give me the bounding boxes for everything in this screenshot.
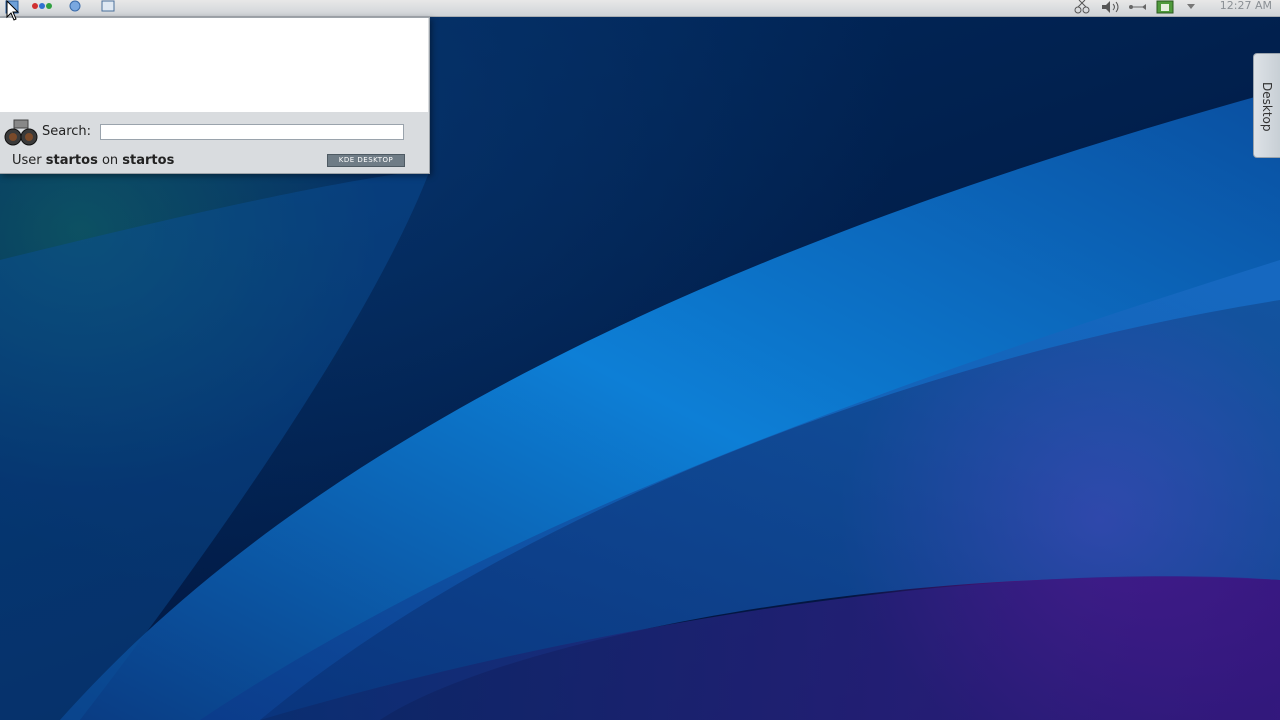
binoculars-icon	[4, 118, 38, 148]
search-input[interactable]	[100, 124, 404, 140]
kde-desktop-logo: KDE DESKTOP	[327, 154, 405, 167]
desktop-toolbox-tab[interactable]: Desktop	[1253, 53, 1280, 158]
user-name: startos	[45, 153, 98, 168]
scissors-icon[interactable]	[1074, 0, 1090, 14]
notes-icon[interactable]	[100, 0, 116, 14]
clock[interactable]: 12:27 AM	[1220, 0, 1272, 12]
user-prefix: User	[12, 153, 42, 168]
apps-icon[interactable]	[30, 0, 54, 14]
arrow-down-icon[interactable]	[1186, 0, 1196, 14]
volume-icon[interactable]	[1100, 0, 1122, 14]
launcher-results-area	[0, 18, 428, 112]
user-info: User startos on startos	[12, 153, 174, 168]
application-launcher: Search: User startos on startos KDE DESK…	[0, 17, 430, 174]
notes-tray-icon[interactable]	[1156, 0, 1174, 14]
desktop-tab-label: Desktop	[1260, 82, 1274, 132]
user-mid: on	[101, 153, 119, 168]
mouse-cursor-icon	[6, 0, 20, 21]
usb-icon[interactable]	[1128, 0, 1148, 14]
top-panel: 12:27 AM	[0, 0, 1280, 17]
host-name: startos	[122, 153, 175, 168]
network-icon[interactable]	[68, 0, 82, 14]
search-label: Search:	[42, 124, 92, 139]
